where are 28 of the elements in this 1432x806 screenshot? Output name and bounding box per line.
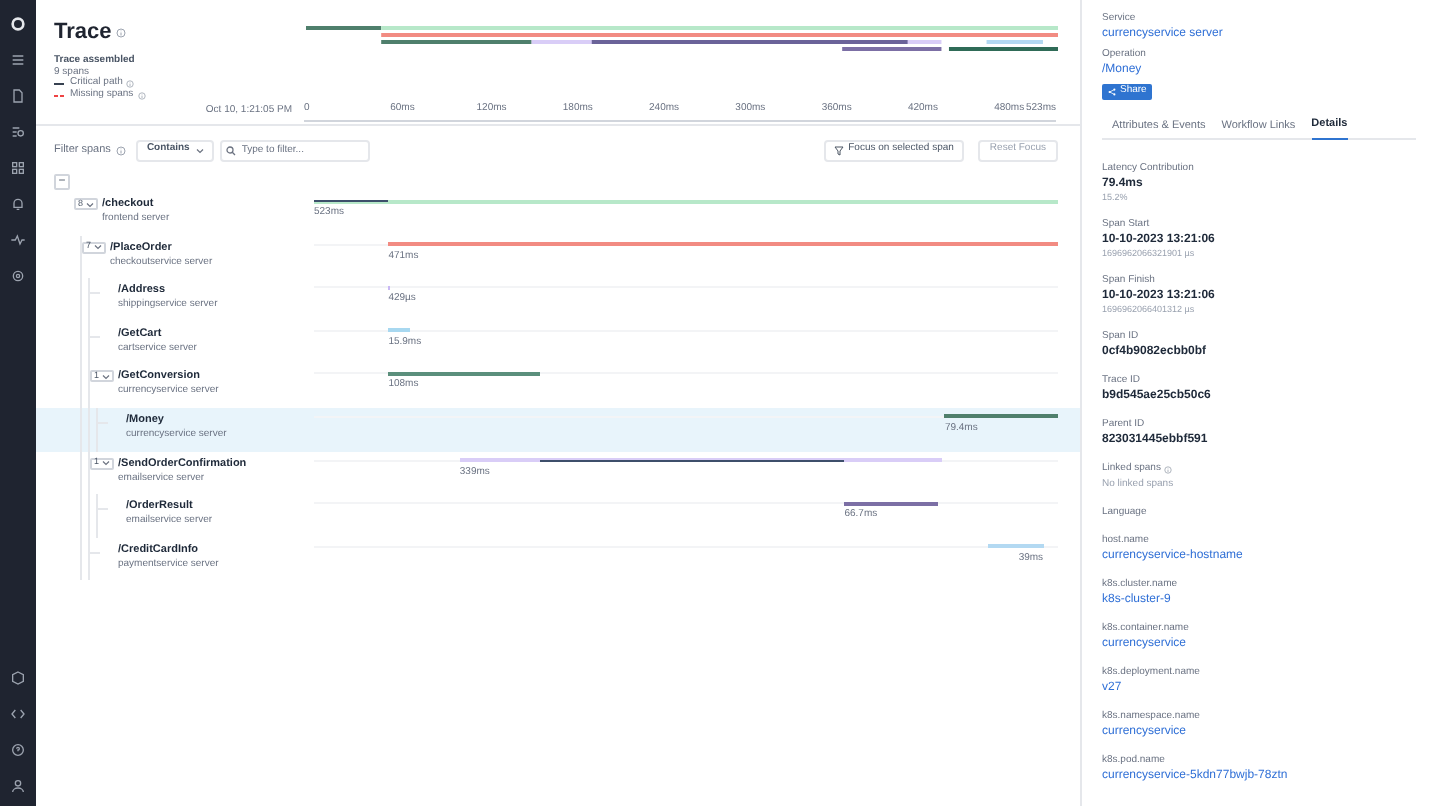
- pulse-icon[interactable]: [10, 232, 26, 248]
- logo-icon[interactable]: [10, 16, 26, 32]
- chevron-down-icon: [195, 147, 204, 153]
- dashed-line-icon: [54, 94, 64, 98]
- search-icon: [225, 145, 236, 155]
- solid-line-icon: [54, 82, 64, 86]
- code-icon[interactable]: [10, 706, 26, 722]
- page-title: Trace: [54, 22, 112, 44]
- filter-icon: [834, 145, 845, 155]
- info-icon: [126, 80, 135, 88]
- user-icon[interactable]: [10, 778, 26, 794]
- chevron-down-icon: [101, 460, 110, 467]
- chevron-down-icon: [93, 244, 102, 251]
- info-icon: [116, 145, 127, 155]
- info-icon: [137, 92, 146, 100]
- search-list-icon[interactable]: [10, 124, 26, 140]
- info-icon: [115, 28, 126, 38]
- list-icon[interactable]: [10, 52, 26, 68]
- share-icon: [1108, 88, 1116, 96]
- settings-icon[interactable]: [10, 268, 26, 284]
- bell-icon[interactable]: [10, 196, 26, 212]
- info-icon: [1164, 465, 1173, 473]
- chevron-down-icon: [85, 201, 94, 207]
- help-icon[interactable]: [10, 742, 26, 758]
- cube-icon[interactable]: [10, 670, 26, 686]
- grid-icon[interactable]: [10, 160, 26, 176]
- chevron-down-icon: [101, 373, 110, 380]
- document-icon[interactable]: [10, 88, 26, 104]
